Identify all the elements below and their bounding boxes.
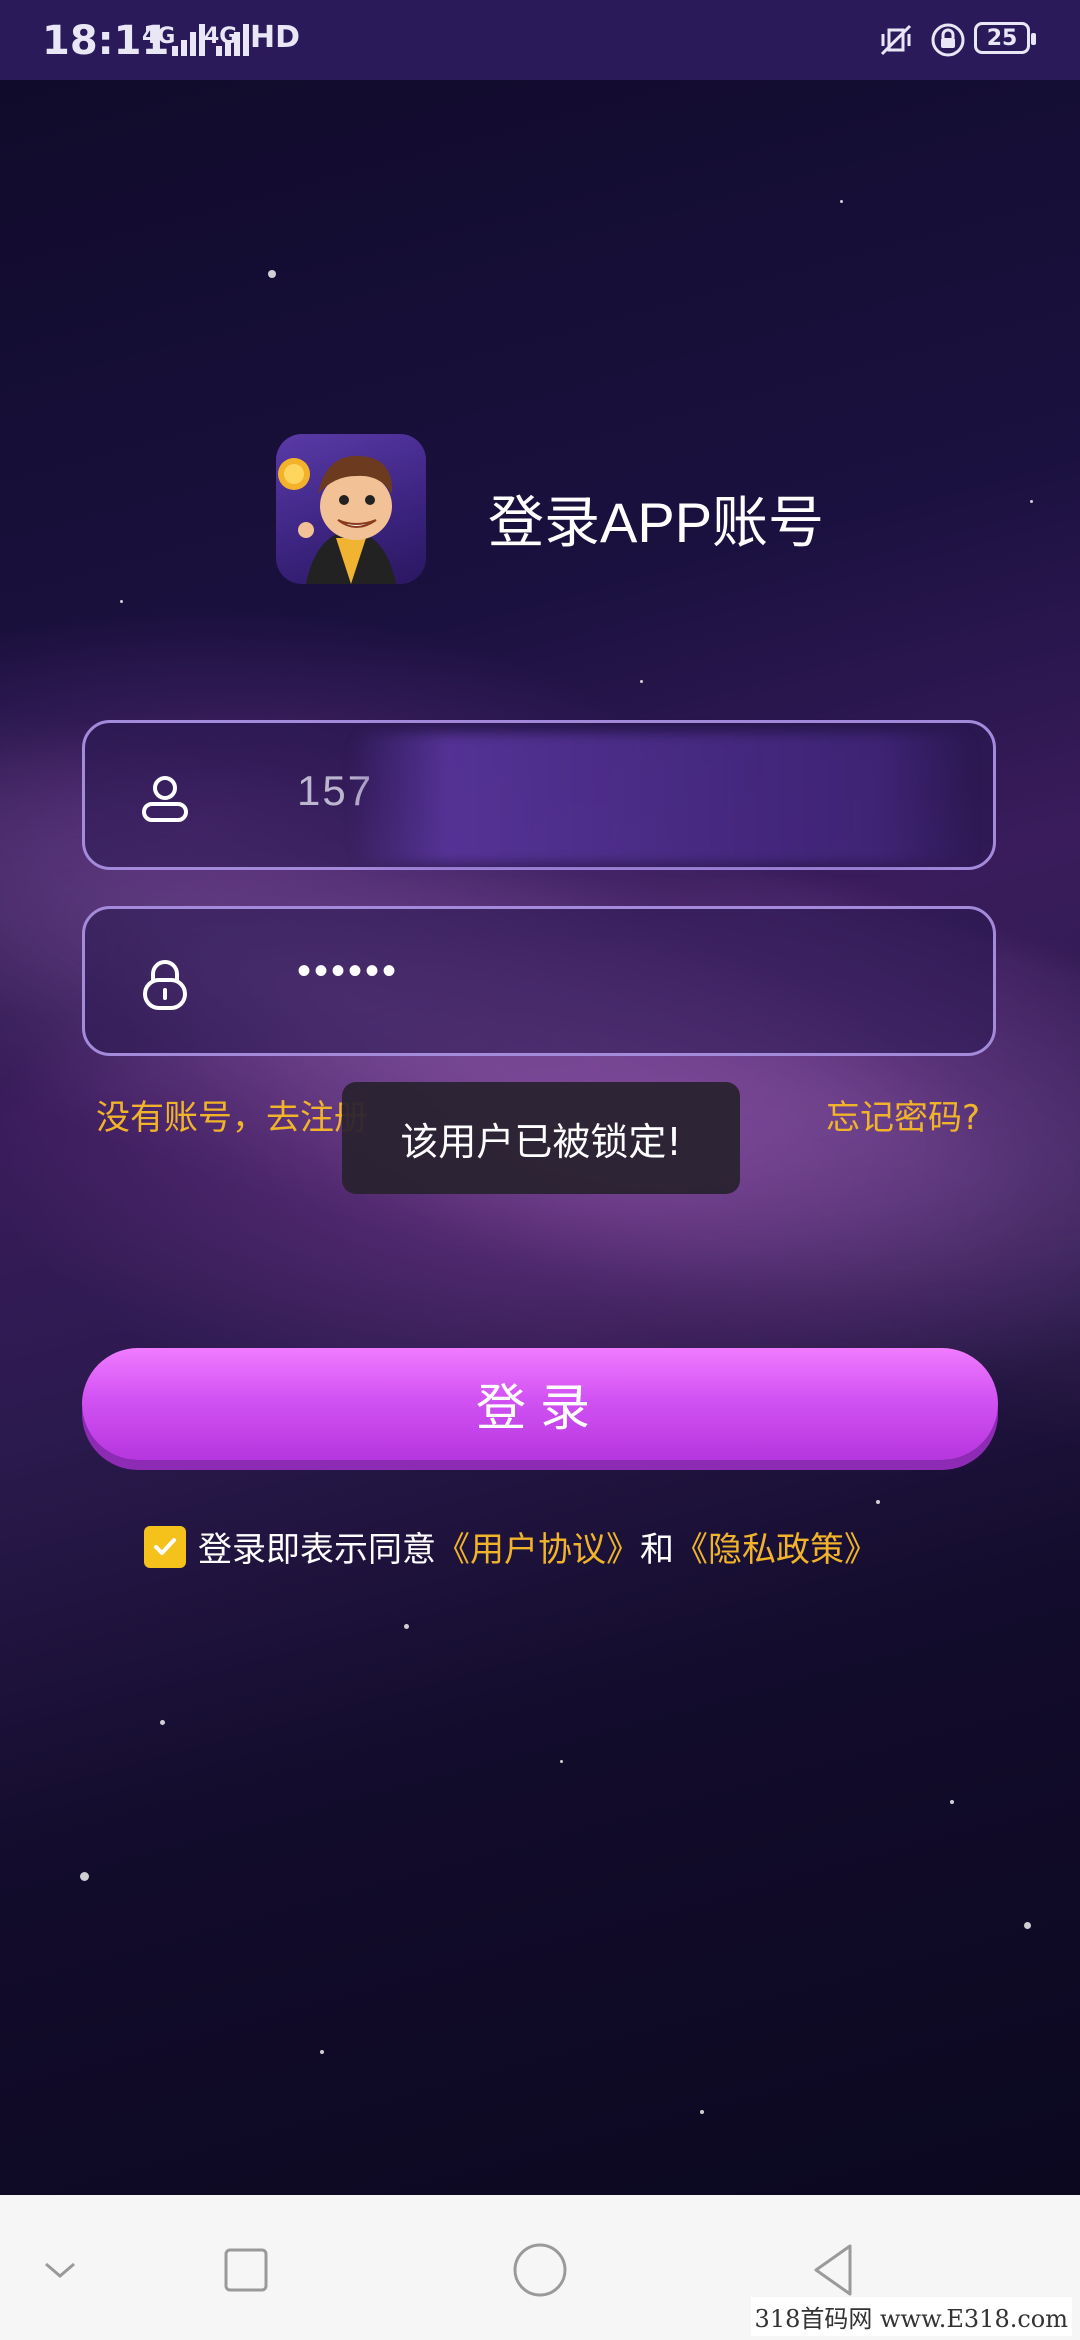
hd-voice-icon: HD [250,20,301,55]
battery-level: 25 [986,25,1018,51]
agreement-prefix: 登录即表示同意 [198,1530,436,1570]
star [950,1800,954,1804]
login-button[interactable]: 登录 [82,1348,998,1460]
star [320,2050,324,2054]
star [120,600,123,603]
app-logo [276,434,426,584]
system-nav-bar: 318首码网 www.E318.com [0,2195,1080,2340]
star [1024,1922,1031,1929]
network-type-1: 4G [142,24,176,49]
register-link[interactable]: 没有账号，去注册 [96,1090,368,1139]
mascot-icon [278,455,396,584]
star [640,680,643,683]
star [80,1872,89,1881]
signal-icon [172,22,205,56]
signal-icon-2 [216,22,249,56]
rotation-lock-icon [931,23,965,57]
star [840,200,843,203]
toast-text: 该用户已被锁定! [400,1119,682,1164]
password-field[interactable]: •••••• [82,906,996,1056]
check-icon [154,1537,176,1555]
star [268,270,276,278]
home-button-icon[interactable] [510,2240,570,2300]
agreement-checkbox[interactable] [144,1525,186,1568]
page-title: 登录APP账号 [488,491,825,554]
back-button-icon[interactable] [804,2240,864,2300]
agreement-and: 和 [640,1530,674,1570]
user-agreement-link[interactable]: 《用户协议》 [436,1522,640,1571]
battery-icon: 25 [974,22,1036,54]
watermark: 318首码网 www.E318.com [750,2297,1072,2336]
agreement-row: 登录即表示同意 《用户协议》 和 《隐私政策》 [144,1522,878,1571]
star [404,1624,409,1629]
toast-message: 该用户已被锁定! [342,1082,740,1194]
forgot-password-link[interactable]: 忘记密码? [826,1090,980,1139]
privacy-policy-link[interactable]: 《隐私政策》 [674,1522,878,1571]
login-screen: 18:11 4G 4G HD 25 登录APP账号 157 •••••• 没有账… [0,0,1080,2195]
recents-button-icon[interactable] [216,2240,276,2300]
username-field[interactable]: 157 [82,720,996,870]
redaction-blur [355,733,975,863]
star [560,1760,563,1763]
user-icon [142,776,188,822]
star [160,1720,165,1725]
star [1030,500,1033,503]
status-bar: 18:11 4G 4G HD 25 [0,0,1080,80]
lock-icon [143,960,187,1010]
star [876,1500,880,1504]
password-input[interactable]: •••••• [297,949,399,994]
star [700,2110,704,2114]
hide-nav-icon[interactable] [30,2240,90,2300]
vibrate-icon [880,24,912,56]
